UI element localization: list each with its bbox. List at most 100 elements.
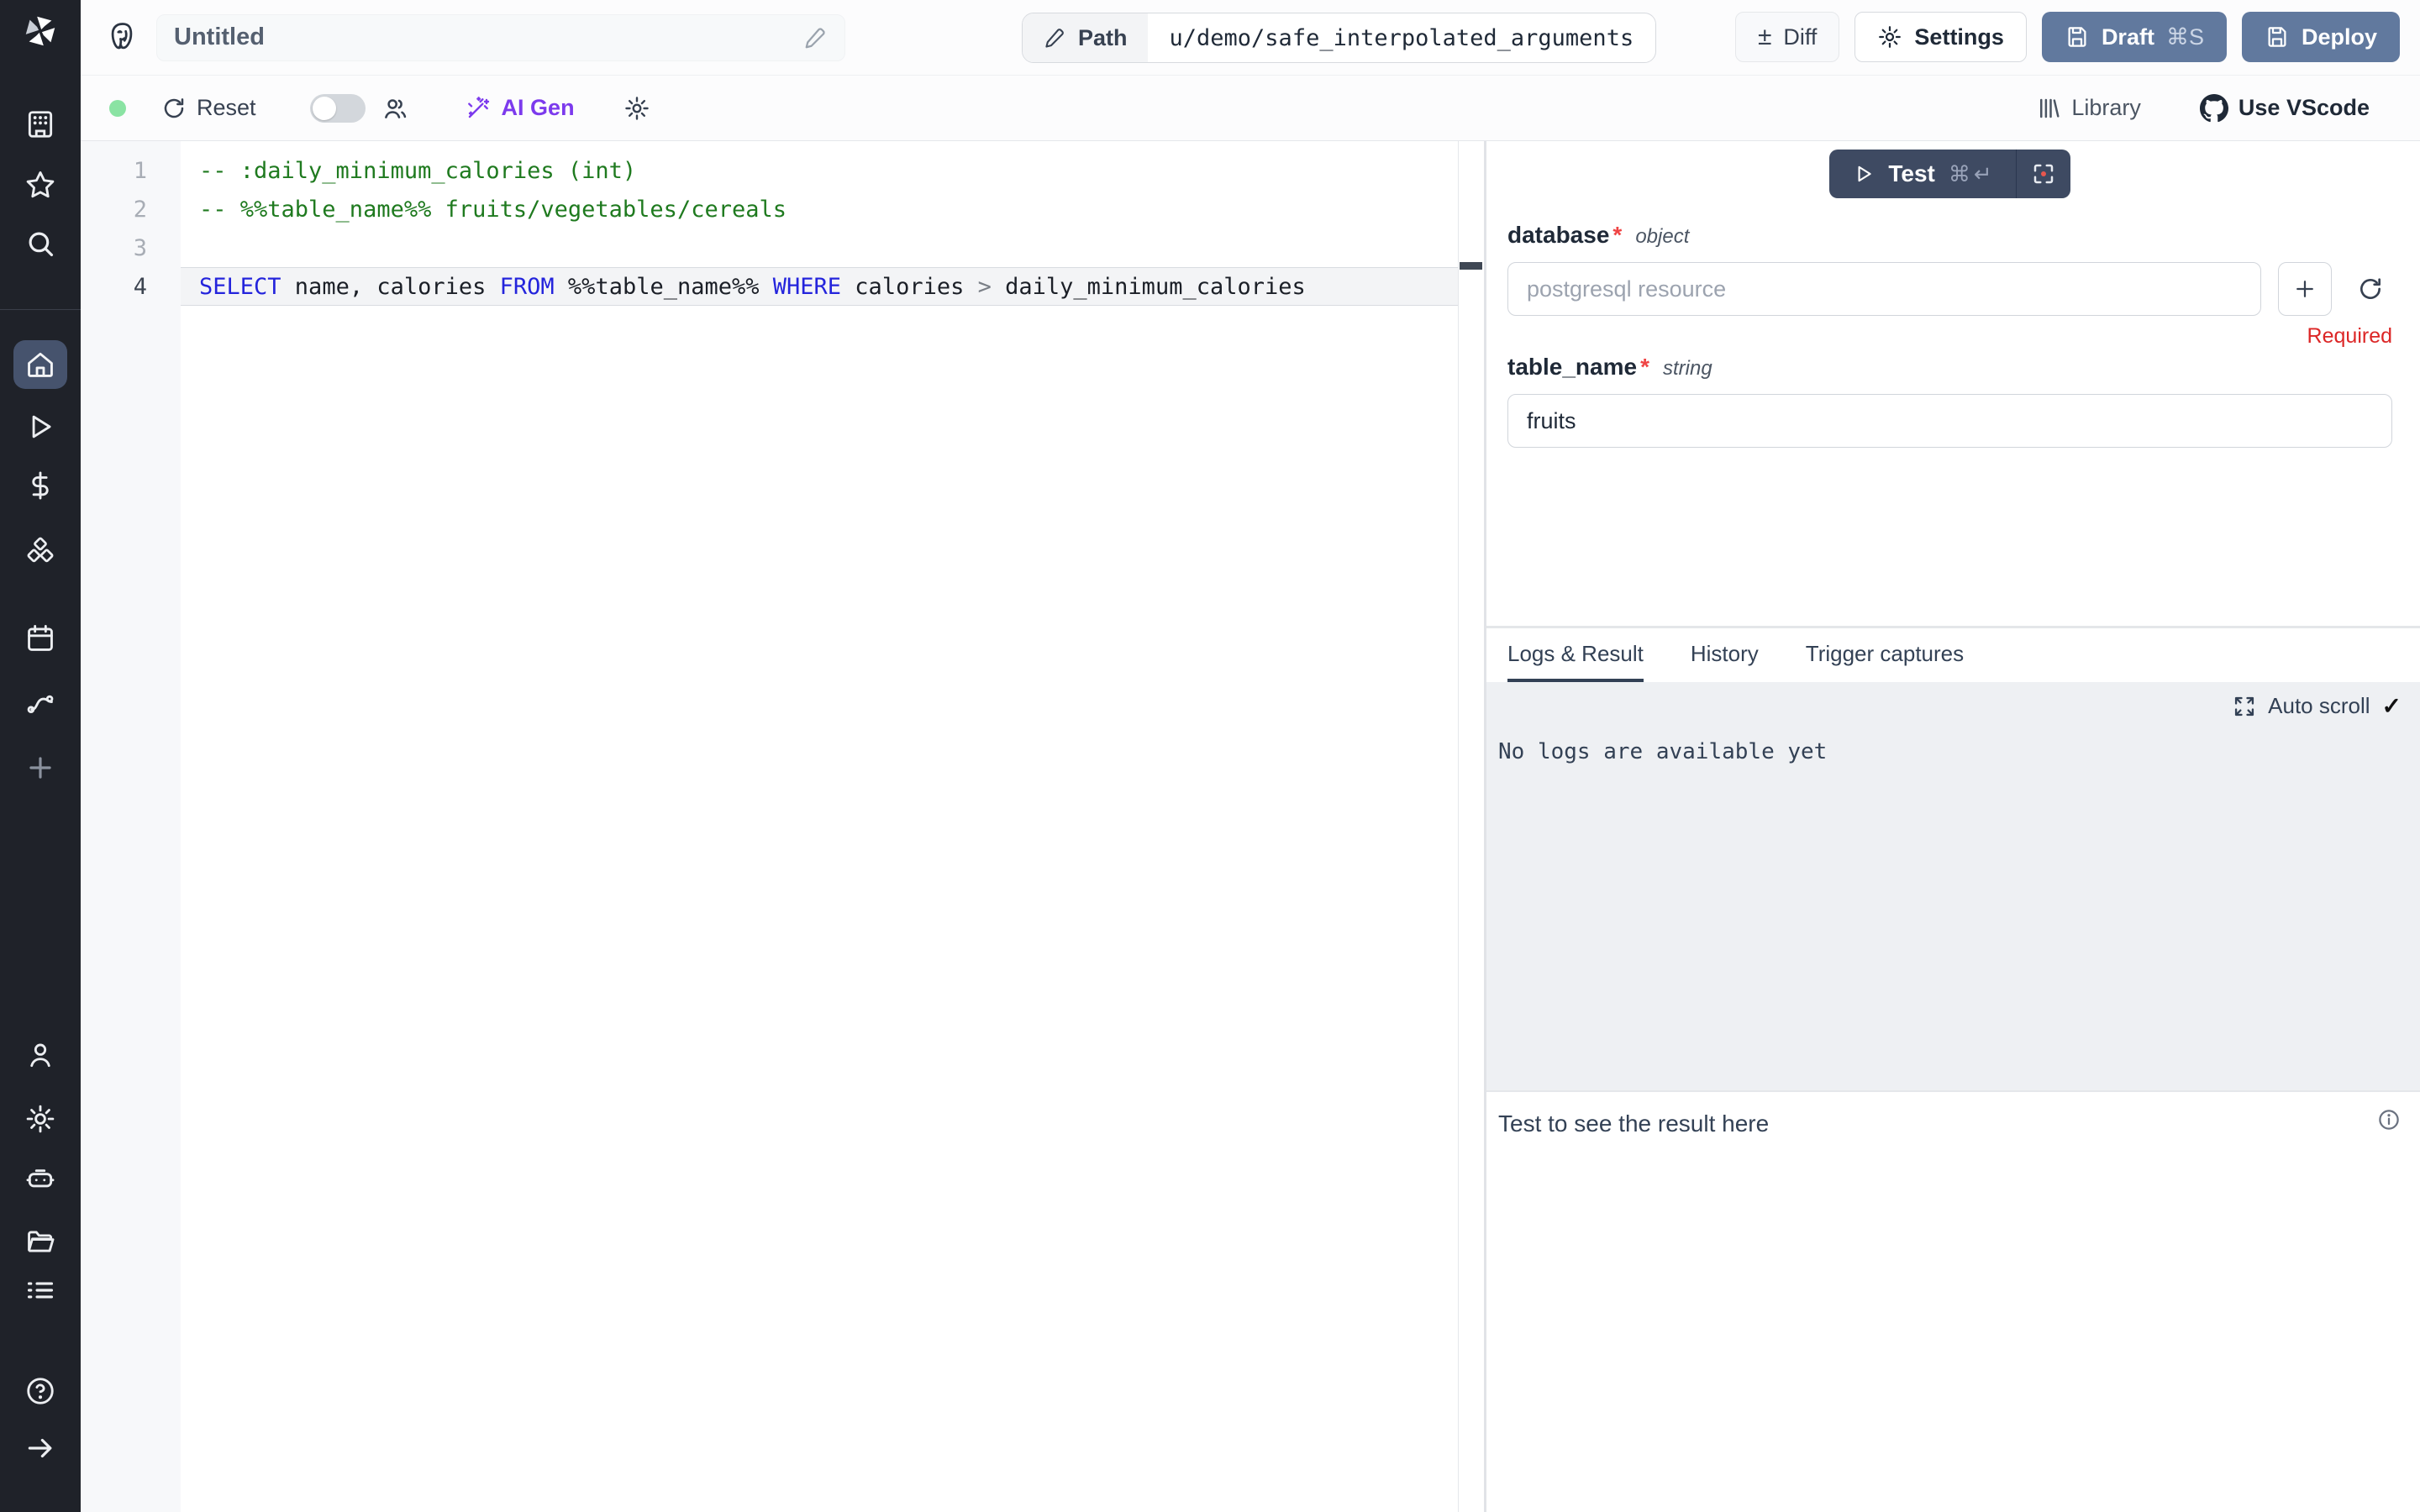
github-icon <box>2200 94 2228 123</box>
script-title-field[interactable]: Untitled <box>156 14 845 61</box>
help-icon[interactable] <box>0 1368 81 1415</box>
line-number: 1 <box>81 158 181 184</box>
topbar: Untitled Path u/demo/safe_interpolated_a… <box>81 0 2420 76</box>
code-line-text: -- %%table_name%% fruits/vegetables/cere… <box>181 190 1458 228</box>
sidebar-item-runs[interactable] <box>0 403 81 450</box>
reset-button[interactable]: Reset <box>161 95 256 121</box>
workspace-icon[interactable] <box>0 101 81 148</box>
draft-label: Draft <box>2102 24 2154 50</box>
sidebar-add-button[interactable] <box>0 744 81 791</box>
deploy-button[interactable]: Deploy <box>2242 12 2400 62</box>
checkmark-icon: ✓ <box>2382 692 2402 720</box>
sidebar-item-variables[interactable] <box>0 462 81 509</box>
refresh-resources-button[interactable] <box>2349 267 2392 311</box>
sidebar-item-schedules[interactable] <box>0 615 81 662</box>
sidebar-item-settings[interactable] <box>0 1095 81 1142</box>
multiplayer-users-icon[interactable] <box>381 94 409 123</box>
code-line[interactable]: 4SELECT name, calories FROM %%table_name… <box>81 267 1458 306</box>
code-line[interactable]: 1-- :daily_minimum_calories (int) <box>81 151 1458 190</box>
capture-test-button[interactable] <box>2017 150 2070 198</box>
gear-icon <box>1877 24 1902 50</box>
path-control[interactable]: Path u/demo/safe_interpolated_arguments <box>1022 13 1656 63</box>
tab-trigger-captures[interactable]: Trigger captures <box>1806 628 1964 682</box>
line-number: 4 <box>81 274 181 300</box>
database-required-error: Required <box>1507 324 2392 349</box>
logs-section: Auto scroll ✓ No logs are available yet <box>1486 682 2420 1090</box>
play-icon <box>1853 163 1875 185</box>
test-button[interactable]: Test ⌘↵ <box>1829 150 2015 198</box>
search-icon[interactable] <box>0 220 81 267</box>
test-shortcut: ⌘↵ <box>1949 161 1992 187</box>
line-number: 2 <box>81 197 181 223</box>
diff-button[interactable]: ± Diff <box>1735 12 1839 62</box>
code-line[interactable]: 3 <box>81 228 1458 267</box>
sidebar-item-flows[interactable] <box>0 679 81 726</box>
toggle-knob <box>313 97 336 120</box>
field-table-name-type: string <box>1663 357 1712 381</box>
sidebar <box>0 0 81 1512</box>
field-table-name: table_name * string <box>1507 354 2392 448</box>
saved-status-dot <box>109 100 126 117</box>
field-database-name: database <box>1507 222 1609 249</box>
editor-settings-gear-icon[interactable] <box>623 95 650 122</box>
test-button-group: Test ⌘↵ <box>1829 150 2070 198</box>
add-resource-button[interactable] <box>2278 262 2332 316</box>
refresh-icon <box>2357 276 2384 302</box>
library-label: Library <box>2071 95 2141 121</box>
editor-gutter <box>81 141 181 1512</box>
save-icon <box>2065 24 2090 50</box>
postgresql-icon <box>104 19 141 56</box>
table-name-input[interactable] <box>1507 394 2392 448</box>
diff-label: Diff <box>1783 24 1817 50</box>
reset-label: Reset <box>197 95 256 121</box>
field-table-name-name: table_name <box>1507 354 1637 381</box>
edit-title-pencil-icon[interactable] <box>802 25 828 50</box>
sidebar-item-account[interactable] <box>0 1032 81 1079</box>
ai-gen-label: AI Gen <box>502 95 575 121</box>
tab-history[interactable]: History <box>1691 628 1759 682</box>
editor-overview-ruler[interactable] <box>1458 141 1484 1512</box>
logs-empty-message: No logs are available yet <box>1498 739 1827 764</box>
info-icon[interactable] <box>2376 1107 2402 1132</box>
cursor-position-marker <box>1460 262 1482 270</box>
code-editor[interactable]: 1-- :daily_minimum_calories (int)2-- %%t… <box>81 141 1484 1512</box>
code-line-text: SELECT name, calories FROM %%table_name%… <box>181 267 1458 306</box>
auto-scroll-toggle[interactable]: Auto scroll ✓ <box>2233 692 2402 720</box>
library-button[interactable]: Library <box>2036 95 2141 121</box>
use-vscode-label: Use VScode <box>2238 95 2370 121</box>
preview-panel: Test ⌘↵ database * object <box>1486 141 2420 1512</box>
library-icon <box>2036 96 2061 121</box>
path-label: Path <box>1078 25 1128 51</box>
favorites-star-icon[interactable] <box>0 161 81 208</box>
sidebar-item-workers[interactable] <box>0 1156 81 1203</box>
deploy-label: Deploy <box>2302 24 2377 50</box>
windmill-logo-icon[interactable] <box>0 12 81 50</box>
tab-logs-result[interactable]: Logs & Result <box>1507 628 1644 682</box>
line-number: 3 <box>81 235 181 261</box>
path-label-segment[interactable]: Path <box>1023 13 1148 62</box>
code-line-text: -- :daily_minimum_calories (int) <box>181 151 1458 190</box>
use-vscode-button[interactable]: Use VScode <box>2200 94 2370 123</box>
capture-icon <box>2031 161 2056 186</box>
draft-button[interactable]: Draft ⌘S <box>2042 12 2227 62</box>
collapse-sidebar-arrow-icon[interactable] <box>0 1425 81 1472</box>
sidebar-item-home[interactable] <box>13 340 67 389</box>
required-asterisk: * <box>1612 222 1622 249</box>
magic-wand-icon <box>465 95 492 122</box>
sidebar-item-audit-logs[interactable] <box>0 1267 81 1314</box>
field-database: database * object Required <box>1507 222 2392 349</box>
multiplayer-toggle[interactable] <box>310 94 366 123</box>
cmd-key-glyph: ⌘ <box>1949 161 1970 187</box>
auto-scroll-label: Auto scroll <box>2268 693 2370 719</box>
expand-icon <box>2233 695 2256 718</box>
settings-button[interactable]: Settings <box>1854 12 2027 62</box>
database-resource-input[interactable] <box>1507 262 2261 316</box>
script-title: Untitled <box>174 24 802 51</box>
settings-label: Settings <box>1914 24 2004 50</box>
sidebar-item-folders[interactable] <box>0 1218 81 1265</box>
ai-gen-button[interactable]: AI Gen <box>465 95 575 122</box>
code-line[interactable]: 2-- %%table_name%% fruits/vegetables/cer… <box>81 190 1458 228</box>
code-line-text <box>181 228 1458 267</box>
sidebar-item-resources[interactable] <box>0 528 81 575</box>
runner-section: Test ⌘↵ database * object <box>1486 141 2420 626</box>
